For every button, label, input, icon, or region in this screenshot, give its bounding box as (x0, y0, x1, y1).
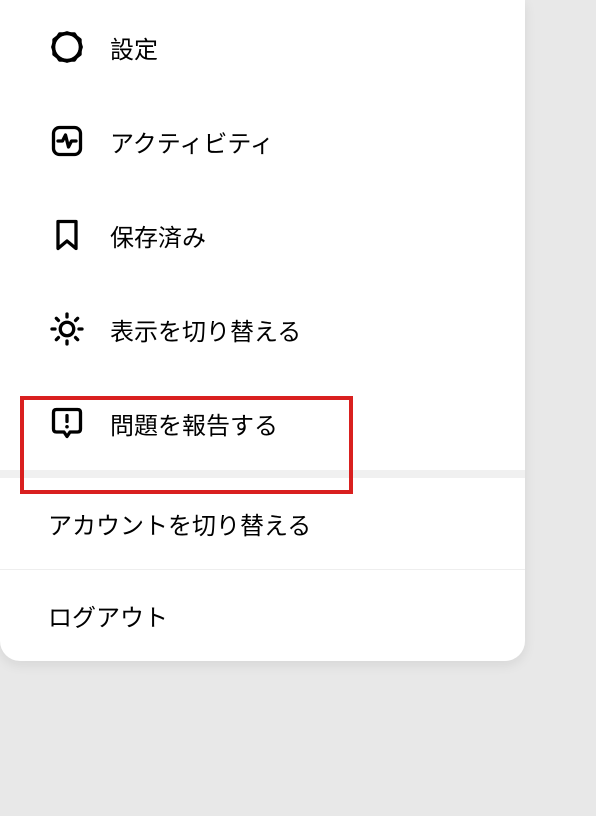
menu-item-report-problem[interactable]: 問題を報告する (0, 376, 525, 470)
menu-item-switch-appearance[interactable]: 表示を切り替える (0, 282, 525, 376)
activity-icon (48, 122, 86, 160)
bookmark-icon (48, 216, 86, 254)
menu-divider (0, 470, 525, 478)
gear-icon (48, 28, 86, 66)
settings-menu-panel: 設定 アクティビティ 保存済み 表示を切り替える 問題を報告する (0, 0, 525, 661)
sun-icon (48, 310, 86, 348)
menu-item-label: 問題を報告する (110, 406, 278, 441)
menu-item-settings[interactable]: 設定 (0, 0, 525, 94)
menu-item-label: 保存済み (110, 218, 206, 253)
menu-item-logout[interactable]: ログアウト (0, 570, 525, 661)
menu-item-label: アカウントを切り替える (48, 506, 311, 541)
menu-item-label: ログアウト (48, 598, 168, 633)
menu-item-label: 表示を切り替える (110, 312, 301, 347)
alert-icon (48, 404, 86, 442)
menu-item-label: 設定 (110, 30, 158, 65)
menu-item-activity[interactable]: アクティビティ (0, 94, 525, 188)
menu-section-main: 設定 アクティビティ 保存済み 表示を切り替える 問題を報告する (0, 0, 525, 470)
menu-item-switch-account[interactable]: アカウントを切り替える (0, 478, 525, 569)
menu-item-saved[interactable]: 保存済み (0, 188, 525, 282)
menu-item-label: アクティビティ (110, 124, 274, 159)
